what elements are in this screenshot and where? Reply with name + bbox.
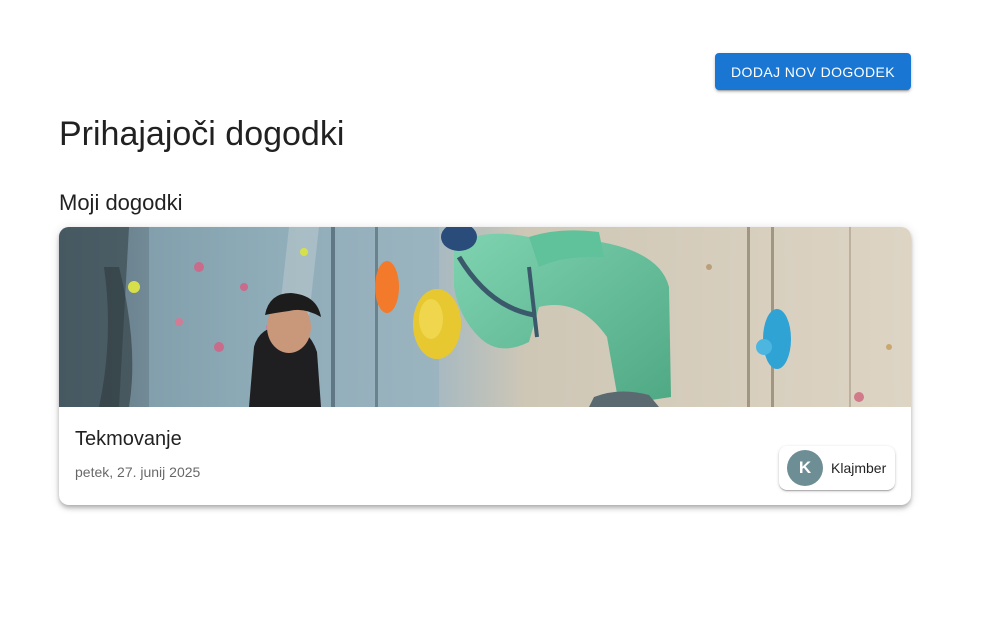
event-cover-image xyxy=(59,227,911,407)
avatar: K xyxy=(787,450,823,486)
organizer-name: Klajmber xyxy=(831,460,887,476)
event-title: Tekmovanje xyxy=(75,428,182,450)
events-page: DODAJ NOV DOGODEK Prihajajoči dogodki Mo… xyxy=(0,0,983,620)
add-new-event-button[interactable]: DODAJ NOV DOGODEK xyxy=(715,53,911,90)
page-title: Prihajajoči dogodki xyxy=(59,115,345,153)
event-date: petek, 27. junij 2025 xyxy=(75,464,201,480)
organizer-chip[interactable]: K Klajmber xyxy=(779,446,895,490)
my-events-section-title: Moji dogodki xyxy=(59,190,183,215)
event-card[interactable]: Tekmovanje petek, 27. junij 2025 K Klajm… xyxy=(59,227,911,505)
